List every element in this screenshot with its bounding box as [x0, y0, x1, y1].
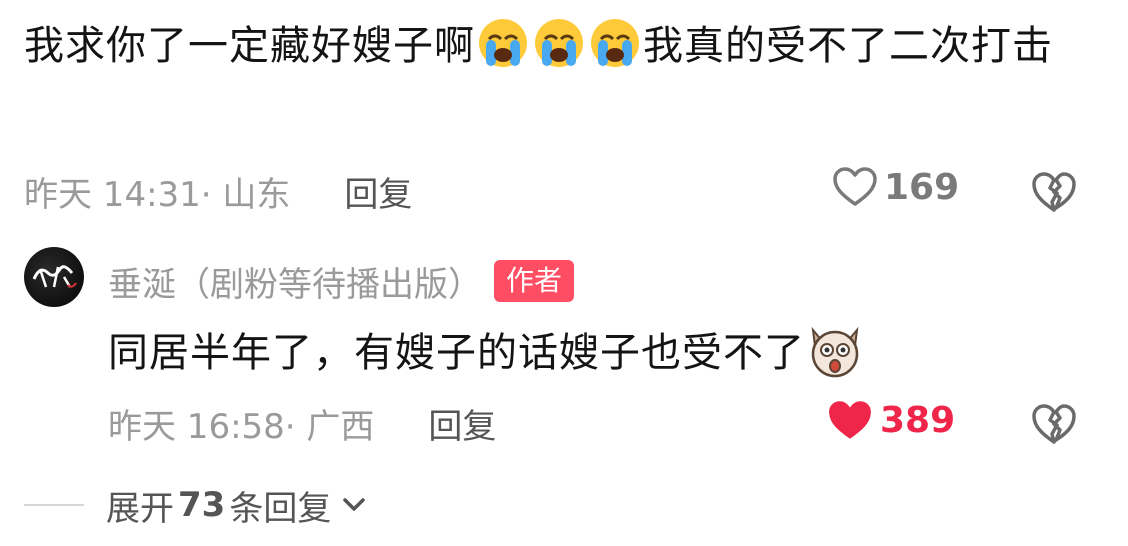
avatar-calligraphy-icon	[32, 265, 77, 288]
reply-timestamp: 昨天 16:58· 广西	[108, 406, 375, 447]
comment-text-part1: 我求你了一定藏好嫂子啊	[24, 23, 475, 69]
comment-thread: 我求你了一定藏好嫂子啊 我真的受不了二次打击 昨天 14:31· 山东 回复 16…	[0, 0, 1128, 546]
comment-text-part2: 我真的受不了二次打击	[643, 23, 1053, 69]
reply-meta: 昨天 16:58· 广西 回复	[108, 398, 496, 448]
reply-reply-button[interactable]: 回复	[428, 399, 496, 448]
broken-heart-icon[interactable]	[1030, 402, 1078, 446]
expand-suffix: 条回复	[229, 488, 332, 529]
comment-body: 我求你了一定藏好嫂子啊 我真的受不了二次打击	[24, 16, 1084, 76]
expand-prefix: 展开	[106, 488, 174, 529]
comment-meta: 昨天 14:31· 山东 回复	[24, 166, 412, 216]
reply-text: 同居半年了，有嫂子的话嫂子也受不了	[108, 330, 805, 376]
chevron-down-icon	[343, 498, 366, 511]
crying-face-icon	[535, 19, 583, 67]
divider-line	[24, 504, 84, 506]
reply-like-count: 389	[880, 399, 956, 441]
reply-author-row: 垂涎（剧粉等待播出版） 作者	[108, 256, 575, 306]
author-avatar[interactable]	[24, 247, 84, 307]
heart-filled-icon	[829, 401, 871, 439]
comment-like-count: 169	[884, 166, 960, 208]
reply-like-button[interactable]: 389	[826, 398, 955, 442]
reply-body: 同居半年了，有嫂子的话嫂子也受不了	[108, 320, 865, 383]
comment-timestamp: 昨天 14:31· 山东	[24, 174, 291, 215]
expand-count: 73	[178, 485, 226, 525]
shocked-dog-icon	[811, 326, 859, 378]
comment-reply-button[interactable]: 回复	[344, 167, 412, 216]
heart-outline-icon	[833, 167, 877, 206]
broken-heart-icon[interactable]	[1030, 170, 1078, 214]
author-badge: 作者	[494, 260, 575, 302]
comment-like-button[interactable]: 169	[832, 166, 959, 208]
crying-face-icon	[591, 19, 639, 67]
expand-replies-button[interactable]: 展开 73 条回复	[24, 480, 367, 530]
crying-face-icon	[479, 19, 527, 67]
reply-author-name[interactable]: 垂涎（剧粉等待播出版）	[108, 257, 482, 306]
